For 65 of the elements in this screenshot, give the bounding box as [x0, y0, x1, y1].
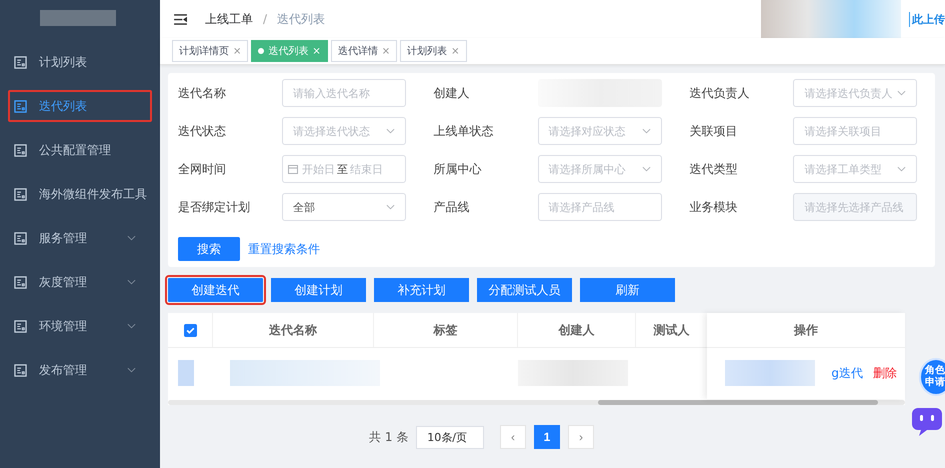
sidebar-item[interactable]: 迭代列表 [8, 90, 152, 122]
sidebar-item[interactable]: 公共配置管理 [8, 134, 152, 166]
select-all-checkbox[interactable] [184, 324, 196, 336]
breadcrumb-current: 迭代列表 [277, 10, 326, 28]
column-header: 创建人 [558, 322, 594, 338]
breadcrumb-link[interactable]: 上线工单 [205, 10, 253, 28]
sidebar-item[interactable]: 灰度管理 [8, 266, 152, 298]
search-button[interactable]: 搜索 [178, 237, 240, 261]
field-label: 上线单状态 [434, 122, 495, 140]
action-button[interactable]: 刷新 [580, 278, 675, 302]
page-tab[interactable]: 迭代详情 × [330, 40, 398, 62]
chevron-down-icon [897, 90, 906, 96]
page-button[interactable]: 1 [534, 425, 560, 449]
field-label: 业务模块 [689, 198, 738, 216]
page-tab[interactable]: 计划详情页 × [172, 40, 248, 62]
field-label: 创建人 [434, 84, 471, 102]
field-label: 是否绑定计划 [178, 198, 251, 216]
select-field[interactable]: 全部 [282, 193, 406, 221]
role-request-button[interactable]: 角色申请 [919, 358, 945, 396]
field-label: 迭代状态 [178, 122, 227, 140]
chevron-down-icon [386, 128, 395, 134]
field-label: 所属中心 [434, 160, 483, 178]
sidebar-item[interactable]: 计划列表 [8, 46, 152, 78]
chevron-down-icon [127, 323, 136, 329]
row-action-link[interactable]: g迭代 [831, 364, 863, 382]
action-button[interactable]: 创建迭代 [168, 278, 263, 302]
chevron-down-icon [642, 166, 651, 172]
next-page-button[interactable]: › [568, 425, 594, 449]
column-header: 迭代名称 [269, 322, 317, 338]
reset-link[interactable]: 重置搜索条件 [248, 240, 320, 258]
calendar-icon [288, 164, 298, 174]
field-label: 全网时间 [178, 160, 227, 178]
upload-link[interactable]: 此上传 [909, 12, 945, 26]
chevron-down-icon [642, 128, 651, 134]
sidebar-item[interactable]: 环境管理 [8, 310, 152, 342]
field-label: 迭代名称 [178, 84, 227, 102]
blurred-area [178, 360, 194, 386]
field-label: 产品线 [434, 198, 471, 216]
column-header: 操作 [794, 322, 818, 338]
previous-page-button[interactable]: ‹ [500, 425, 526, 449]
chevron-down-icon [386, 204, 395, 210]
chevron-down-icon [127, 235, 136, 241]
action-button[interactable]: 创建计划 [271, 278, 366, 302]
total-count: 共 1 条 [369, 428, 408, 446]
horizontal-scrollbar[interactable] [168, 400, 905, 405]
column-header: 标签 [434, 322, 458, 338]
page-tab[interactable]: 迭代列表 × [251, 40, 328, 62]
action-button[interactable]: 分配测试人员 [477, 278, 572, 302]
breadcrumb-separator: / [263, 12, 268, 26]
page-tab[interactable]: 计划列表 × [400, 40, 467, 62]
chat-robot-icon[interactable] [909, 406, 945, 438]
column-header: 测试人 [654, 322, 690, 338]
chevron-down-icon [897, 166, 906, 172]
sidebar-item[interactable]: 发布管理 [8, 354, 152, 386]
date-range-field[interactable]: 开始日 至 结束日 [282, 155, 406, 183]
action-button[interactable]: 补充计划 [374, 278, 469, 302]
field-label: 迭代类型 [689, 160, 738, 178]
row-action-link[interactable]: 删除 [873, 364, 897, 382]
sidebar-item[interactable]: 海外微组件发布工具 [8, 178, 152, 210]
field-label: 关联项目 [689, 122, 738, 140]
chevron-down-icon [127, 367, 136, 373]
page-size-select[interactable]: 10条/页 [416, 426, 484, 448]
chevron-down-icon [127, 279, 136, 285]
sidebar-item[interactable]: 服务管理 [8, 222, 152, 254]
field-label: 迭代负责人 [689, 84, 750, 102]
